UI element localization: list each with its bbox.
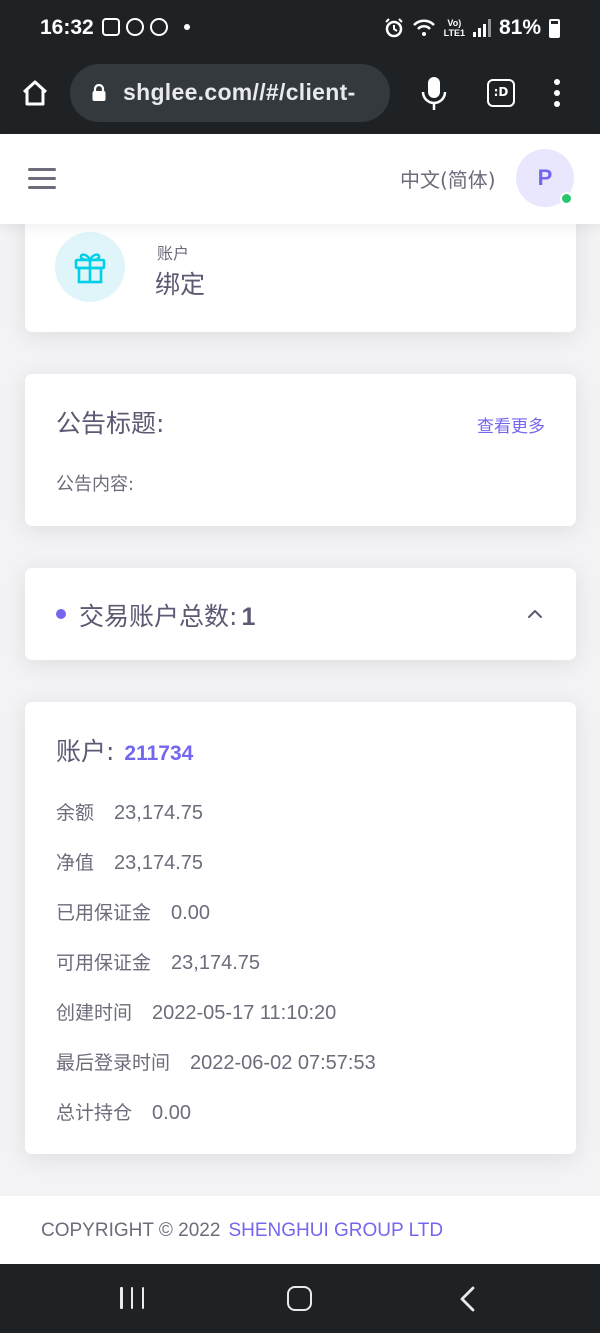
whatsapp-icon: [126, 18, 144, 36]
signal-icon: [472, 19, 491, 37]
detail-label: 总计持仓: [56, 1102, 133, 1124]
browser-toolbar: shglee.com//#/client- :D: [0, 58, 600, 134]
detail-row-created-time: 创建时间 2022-05-17 11:10:20: [56, 998, 336, 1025]
gift-icon-wrapper: [55, 232, 125, 302]
tab-switcher-button[interactable]: :D: [487, 79, 515, 107]
wifi-icon: [412, 19, 435, 36]
detail-row-last-login: 最后登录时间 2022-06-02 07:57:53: [56, 1048, 376, 1075]
notice-content: 公告内容:: [56, 474, 135, 495]
app-header: 中文(简体) P: [0, 134, 600, 224]
recent-apps-icon[interactable]: [120, 1287, 144, 1309]
detail-row-equity: 净值 23,174.75: [56, 848, 203, 875]
account-title: 账户: 211734: [56, 732, 193, 768]
alarm-icon: [384, 18, 403, 38]
page-footer: COPYRIGHT © 2022 SHENGHUI GROUP LTD: [0, 1196, 600, 1264]
address-bar[interactable]: shglee.com//#/client-: [70, 64, 390, 122]
microphone-icon[interactable]: [420, 76, 448, 112]
detail-value: 23,174.75: [114, 852, 203, 874]
accounts-count: 1: [241, 603, 256, 631]
chevron-up-icon[interactable]: [527, 606, 543, 622]
bind-card-title: 绑定: [155, 270, 206, 299]
detail-label: 净值: [56, 852, 95, 874]
notice-card: 公告标题: 查看更多 公告内容:: [25, 374, 576, 526]
detail-row-total-positions: 总计持仓 0.00: [56, 1098, 191, 1125]
more-notifications-icon: [184, 24, 190, 30]
copyright-text: COPYRIGHT © 2022 SHENGHUI GROUP LTD: [41, 1220, 443, 1242]
bind-card-caption: 账户: [157, 244, 190, 263]
detail-row-free-margin: 可用保证金 23,174.75: [56, 948, 260, 975]
notice-title: 公告标题:: [56, 409, 165, 438]
volte-icon: Vo) LTE1: [443, 18, 465, 38]
status-time: 16:32: [40, 16, 94, 39]
user-avatar[interactable]: P: [516, 149, 574, 207]
chrome-icon: [150, 18, 168, 36]
detail-label: 已用保证金: [56, 902, 152, 924]
home-icon[interactable]: [20, 78, 50, 108]
detail-value: 23,174.75: [114, 802, 203, 824]
detail-value: 2022-05-17 11:10:20: [152, 1002, 337, 1024]
language-selector[interactable]: 中文(简体): [400, 164, 496, 193]
detail-value: 0.00: [152, 1102, 191, 1124]
notification-icons: [102, 18, 190, 36]
more-vert-icon[interactable]: [552, 78, 562, 108]
lock-icon: [92, 84, 106, 101]
battery-icon: [549, 18, 560, 38]
home-button-icon[interactable]: [287, 1286, 312, 1311]
detail-label: 余额: [56, 802, 95, 824]
online-status-indicator: [560, 192, 573, 205]
android-navigation-bar: [0, 1264, 600, 1333]
summary-label: 交易账户总数: 1: [79, 597, 255, 633]
menu-icon[interactable]: [28, 168, 56, 190]
account-details-card: 账户: 211734 余额 23,174.75 净值 23,174.75 已用保证金…: [25, 702, 576, 1154]
gift-icon: [74, 253, 106, 284]
detail-value: 2022-06-02 07:57:53: [190, 1052, 376, 1074]
detail-value: 23,174.75: [171, 952, 260, 974]
back-icon[interactable]: [458, 1286, 478, 1312]
copyright-label: COPYRIGHT © 2022: [41, 1220, 221, 1241]
account-title-label: 账户:: [56, 737, 115, 766]
detail-value: 0.00: [171, 902, 210, 924]
account-number: 211734: [124, 742, 194, 765]
account-bind-card[interactable]: 账户 绑定: [25, 205, 576, 332]
system-icons: Vo) LTE1 81%: [384, 16, 560, 40]
summary-label-text: 交易账户总数:: [79, 602, 238, 631]
detail-label: 最后登录时间: [56, 1052, 171, 1074]
avatar-initial: P: [537, 165, 553, 190]
view-more-link[interactable]: 查看更多: [477, 412, 545, 437]
company-link[interactable]: SHENGHUI GROUP LTD: [228, 1220, 443, 1241]
bullet-dot: [56, 609, 66, 619]
trading-accounts-summary[interactable]: 交易账户总数: 1: [25, 568, 576, 660]
mail-icon: [102, 18, 120, 36]
url-text[interactable]: shglee.com//#/client-: [123, 79, 356, 106]
detail-label: 创建时间: [56, 1002, 133, 1024]
detail-row-balance: 余额 23,174.75: [56, 798, 203, 825]
detail-row-used-margin: 已用保证金 0.00: [56, 898, 210, 925]
battery-percent: 81%: [498, 16, 541, 39]
detail-label: 可用保证金: [56, 952, 152, 974]
status-bar: 16:32 Vo) LTE1 81%: [0, 0, 600, 58]
